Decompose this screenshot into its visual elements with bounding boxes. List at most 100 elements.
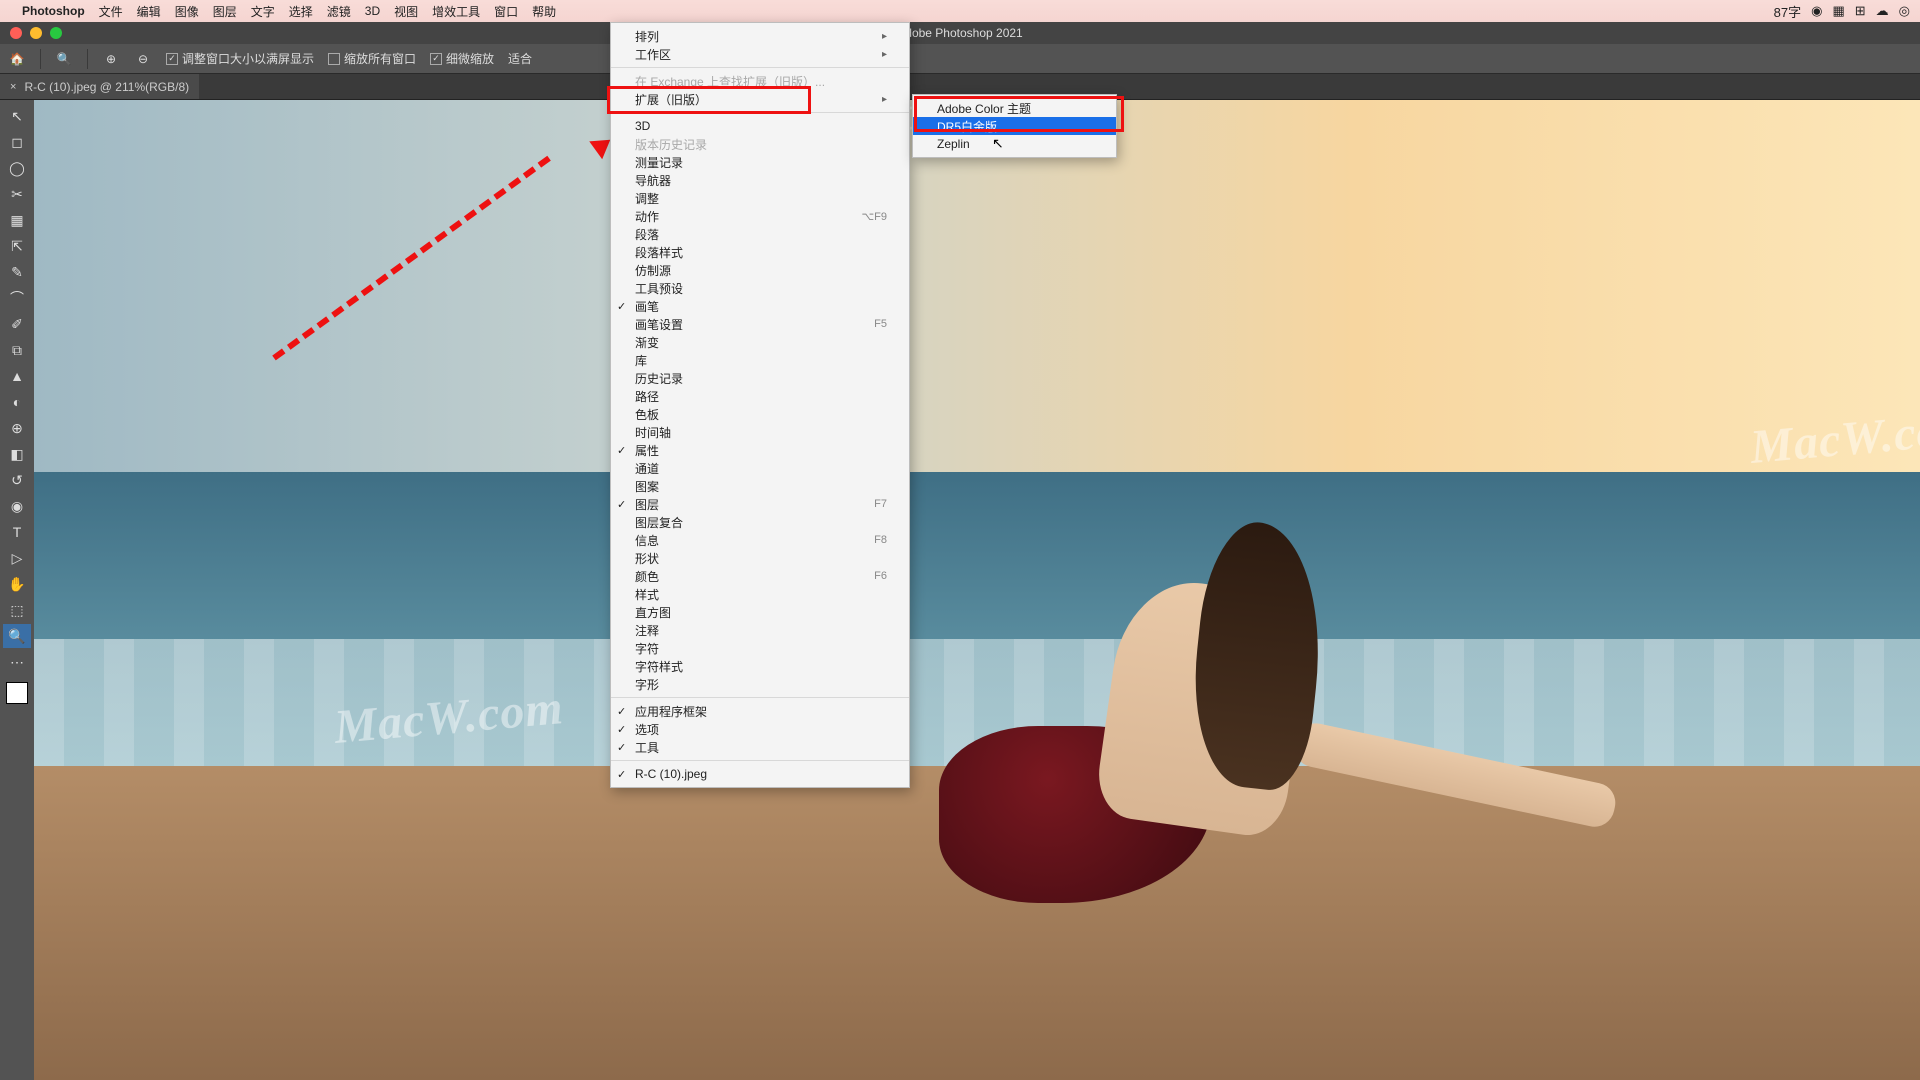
tool-21[interactable]: ⋯ xyxy=(3,650,31,674)
menu-view[interactable]: 视图 xyxy=(394,3,418,20)
tool-8[interactable]: ✐ xyxy=(3,312,31,336)
status-icon-3[interactable]: ⊞ xyxy=(1855,3,1866,19)
tool-3[interactable]: ✂ xyxy=(3,182,31,206)
zoom-in-icon[interactable]: ⊕ xyxy=(102,50,120,68)
menu-item[interactable]: 渐变 xyxy=(611,333,909,351)
minimize-window-button[interactable] xyxy=(30,27,42,39)
menu-item[interactable]: ✓属性 xyxy=(611,441,909,459)
menu-item[interactable]: 3D xyxy=(611,117,909,135)
menu-type[interactable]: 文字 xyxy=(251,3,275,20)
tool-1[interactable]: ◻ xyxy=(3,130,31,154)
scrubby-zoom-checkbox[interactable]: 细微缩放 xyxy=(430,50,494,67)
menu-item[interactable]: 图层复合 xyxy=(611,513,909,531)
menu-filter[interactable]: 滤镜 xyxy=(327,3,351,20)
menu-item[interactable]: 动作⌥F9 xyxy=(611,207,909,225)
menu-item[interactable]: 历史记录 xyxy=(611,369,909,387)
app-name[interactable]: Photoshop xyxy=(22,4,85,18)
menu-item[interactable]: ✓画笔 xyxy=(611,297,909,315)
menu-item[interactable]: 字形 xyxy=(611,675,909,693)
menu-item[interactable]: 直方图 xyxy=(611,603,909,621)
window-menu-dropdown: 排列▸ 工作区▸ 在 Exchange 上查找扩展（旧版）... 扩展（旧版）▸… xyxy=(610,22,910,788)
home-icon[interactable]: 🏠 xyxy=(8,50,26,68)
menu-item[interactable]: 画笔设置F5 xyxy=(611,315,909,333)
menu-exchange[interactable]: 在 Exchange 上查找扩展（旧版）... xyxy=(611,72,909,90)
menu-edit[interactable]: 编辑 xyxy=(137,3,161,20)
menu-window[interactable]: 窗口 xyxy=(494,3,518,20)
menu-item[interactable]: 调整 xyxy=(611,189,909,207)
color-swatch[interactable] xyxy=(6,682,28,704)
menu-item[interactable]: 字符样式 xyxy=(611,657,909,675)
menu-item[interactable]: 版本历史记录 xyxy=(611,135,909,153)
tool-18[interactable]: ✋ xyxy=(3,572,31,596)
menu-item[interactable]: 信息F8 xyxy=(611,531,909,549)
menu-arrange[interactable]: 排列▸ xyxy=(611,27,909,45)
tool-0[interactable]: ↖ xyxy=(3,104,31,128)
resize-window-checkbox[interactable]: 调整窗口大小以满屏显示 xyxy=(166,50,314,67)
menu-item[interactable]: 库 xyxy=(611,351,909,369)
menu-item[interactable]: ✓选项 xyxy=(611,720,909,738)
close-tab-icon[interactable]: × xyxy=(10,81,16,93)
tool-10[interactable]: ▲ xyxy=(3,364,31,388)
tool-13[interactable]: ◧ xyxy=(3,442,31,466)
status-icon-5[interactable]: ◎ xyxy=(1899,3,1910,19)
zoom-window-button[interactable] xyxy=(50,27,62,39)
tool-7[interactable]: ⌒ xyxy=(3,286,31,310)
menu-plugins[interactable]: 增效工具 xyxy=(432,3,480,20)
submenu-item[interactable]: DR5白金版 xyxy=(913,117,1116,135)
menu-item[interactable]: 色板 xyxy=(611,405,909,423)
menu-item[interactable]: 样式 xyxy=(611,585,909,603)
menu-file[interactable]: 文件 xyxy=(99,3,123,20)
menu-image[interactable]: 图像 xyxy=(175,3,199,20)
status-icon-2[interactable]: ▦ xyxy=(1832,3,1844,19)
tool-6[interactable]: ✎ xyxy=(3,260,31,284)
menu-item[interactable]: ✓图层F7 xyxy=(611,495,909,513)
menu-item[interactable]: 仿制源 xyxy=(611,261,909,279)
menu-help[interactable]: 帮助 xyxy=(532,3,556,20)
menu-item[interactable]: 导航器 xyxy=(611,171,909,189)
zoom-tool-icon[interactable]: 🔍 xyxy=(55,50,73,68)
menu-item[interactable]: 时间轴 xyxy=(611,423,909,441)
menu-item[interactable]: ✓应用程序框架 xyxy=(611,702,909,720)
document-canvas[interactable]: MacW.com MacW.com MacW.com xyxy=(34,100,1920,1080)
tool-16[interactable]: T xyxy=(3,520,31,544)
tool-15[interactable]: ◉ xyxy=(3,494,31,518)
menu-item[interactable]: 形状 xyxy=(611,549,909,567)
extensions-submenu: Adobe Color 主题DR5白金版Zeplin xyxy=(912,94,1117,158)
zoom-out-icon[interactable]: ⊖ xyxy=(134,50,152,68)
menu-item[interactable]: 通道 xyxy=(611,459,909,477)
menu-item[interactable]: 段落样式 xyxy=(611,243,909,261)
menu-open-doc[interactable]: ✓R-C (10).jpeg xyxy=(611,765,909,783)
menu-item[interactable]: 注释 xyxy=(611,621,909,639)
submenu-item[interactable]: Adobe Color 主题 xyxy=(913,99,1116,117)
menu-item[interactable]: 测量记录 xyxy=(611,153,909,171)
tool-12[interactable]: ⊕ xyxy=(3,416,31,440)
tool-9[interactable]: ⧉ xyxy=(3,338,31,362)
tool-2[interactable]: ◯ xyxy=(3,156,31,180)
submenu-item[interactable]: Zeplin xyxy=(913,135,1116,153)
menu-item[interactable]: 颜色F6 xyxy=(611,567,909,585)
tool-4[interactable]: ▦ xyxy=(3,208,31,232)
menu-extensions-legacy[interactable]: 扩展（旧版）▸ xyxy=(611,90,909,108)
tool-19[interactable]: ⬚ xyxy=(3,598,31,622)
menu-item[interactable]: 路径 xyxy=(611,387,909,405)
close-window-button[interactable] xyxy=(10,27,22,39)
menu-3d[interactable]: 3D xyxy=(365,4,380,18)
tool-17[interactable]: ▷ xyxy=(3,546,31,570)
status-icon-4[interactable]: ☁ xyxy=(1876,3,1889,19)
tool-5[interactable]: ⇱ xyxy=(3,234,31,258)
menu-layer[interactable]: 图层 xyxy=(213,3,237,20)
status-icon-1[interactable]: ◉ xyxy=(1811,3,1822,19)
menu-item[interactable]: ✓工具 xyxy=(611,738,909,756)
tool-14[interactable]: ↺ xyxy=(3,468,31,492)
menu-item[interactable]: 字符 xyxy=(611,639,909,657)
menu-workspace[interactable]: 工作区▸ xyxy=(611,45,909,63)
menu-item[interactable]: 工具预设 xyxy=(611,279,909,297)
menu-item[interactable]: 段落 xyxy=(611,225,909,243)
zoom-all-checkbox[interactable]: 缩放所有窗口 xyxy=(328,50,416,67)
fit-screen-button[interactable]: 适合 xyxy=(508,50,532,67)
menu-item[interactable]: 图案 xyxy=(611,477,909,495)
tool-11[interactable]: ◐ xyxy=(3,390,31,414)
tool-20[interactable]: 🔍 xyxy=(3,624,31,648)
menu-select[interactable]: 选择 xyxy=(289,3,313,20)
document-tab[interactable]: × R-C (10).jpeg @ 211%(RGB/8) xyxy=(0,74,199,99)
